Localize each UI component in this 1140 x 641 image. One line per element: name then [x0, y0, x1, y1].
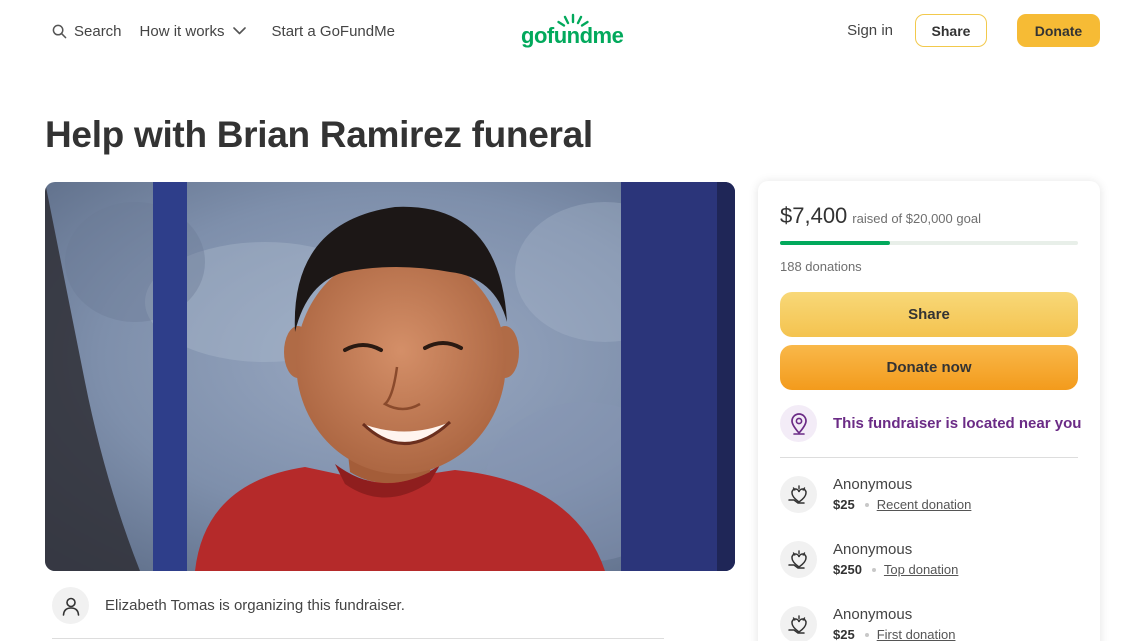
progress-fill: [780, 241, 891, 245]
donor-name: Anonymous: [833, 476, 913, 493]
search-icon: [52, 24, 67, 39]
gofundme-logo[interactable]: gofundme: [521, 13, 625, 49]
donation-tag-link[interactable]: First donation: [877, 627, 956, 641]
donation-card: $7,400 raised of $20,000 goal 188 donati…: [758, 181, 1100, 641]
donation-count: 188 donations: [780, 259, 862, 274]
donation-tag-link[interactable]: Recent donation: [877, 497, 972, 512]
share-button[interactable]: Share: [780, 292, 1078, 337]
donation-amount: $25: [833, 497, 855, 512]
raised-amount: $7,400: [780, 203, 848, 228]
start-gofundme-label: Start a GoFundMe: [271, 22, 395, 40]
donor-name: Anonymous: [833, 541, 913, 558]
separator-dot: [864, 632, 869, 637]
donation-amount: $250: [833, 562, 862, 577]
user-icon: [52, 587, 89, 624]
donation-item: Anonymous $25 First donation: [780, 606, 955, 641]
donor-heart-icon: [780, 476, 817, 513]
divider: [780, 457, 1078, 458]
separator-dot: [871, 567, 876, 572]
organizer-text: Elizabeth Tomas is organizing this fundr…: [105, 597, 405, 614]
search-label: Search: [74, 22, 122, 40]
donor-heart-icon: [780, 541, 817, 578]
location-text: This fundraiser is located near you: [833, 415, 1082, 432]
donation-item: Anonymous $25 Recent donation: [780, 476, 971, 513]
location-notice[interactable]: This fundraiser is located near you: [780, 405, 1081, 442]
fundraiser-photo: [45, 182, 735, 571]
organizer-row[interactable]: Elizabeth Tomas is organizing this fundr…: [52, 587, 405, 624]
donation-item: Anonymous $250 Top donation: [780, 541, 958, 578]
how-it-works-menu[interactable]: How it works: [140, 23, 246, 40]
share-button-header[interactable]: Share: [915, 14, 987, 47]
search-link[interactable]: Search: [52, 23, 122, 40]
donation-tag-link[interactable]: Top donation: [884, 562, 958, 577]
raised-summary: $7,400 raised of $20,000 goal: [780, 203, 981, 229]
donor-name: Anonymous: [833, 606, 913, 623]
donate-now-button[interactable]: Donate now: [780, 345, 1078, 390]
header-nav: Search How it works Start a GoFundMe: [52, 20, 395, 42]
donation-amount: $25: [833, 627, 855, 641]
chevron-down-icon: [232, 27, 246, 35]
how-it-works-label: How it works: [139, 22, 225, 40]
divider: [52, 638, 664, 639]
donor-heart-icon: [780, 606, 817, 641]
location-pin-icon: [780, 405, 817, 442]
raised-goal: raised of $20,000 goal: [852, 211, 981, 226]
separator-dot: [864, 502, 869, 507]
progress-bar: [780, 241, 1078, 245]
header-actions: Sign in Share Donate: [847, 14, 1100, 47]
start-gofundme-link[interactable]: Start a GoFundMe: [272, 23, 395, 40]
page-title: Help with Brian Ramirez funeral: [45, 114, 593, 155]
logo-wordmark: gofundme: [521, 23, 624, 48]
sign-in-link[interactable]: Sign in: [847, 22, 893, 39]
donate-button-header[interactable]: Donate: [1017, 14, 1100, 47]
